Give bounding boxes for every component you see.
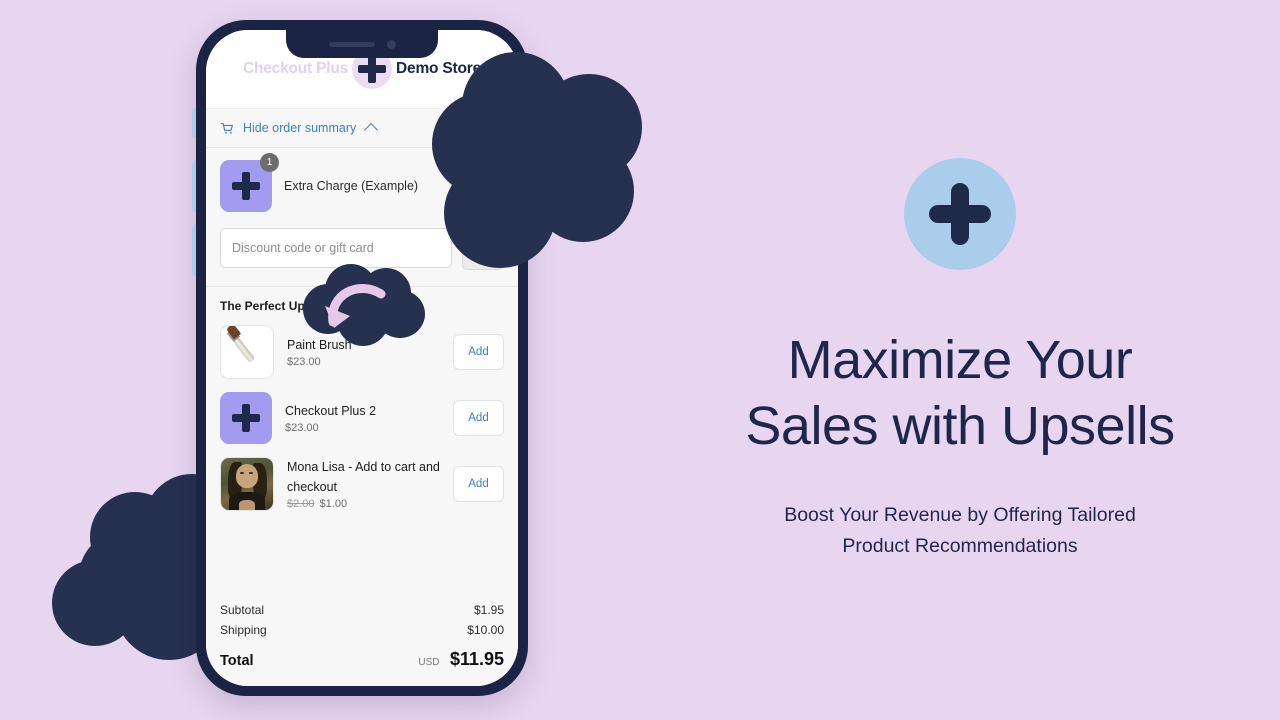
upsell-item-price: $23.00	[285, 422, 319, 435]
plus-icon	[358, 55, 387, 83]
upsell-item-name: Checkout Plus 2	[285, 403, 377, 418]
cart-icon	[220, 122, 234, 134]
upsell-item-paint-brush: Paint Brush $23.00 Add	[220, 325, 504, 379]
upsell-item-price: $2.00 $1.00	[287, 498, 440, 510]
grand-total-row: Total USD $11.95	[220, 640, 504, 670]
order-summary-toggle-label: Hide order summary	[243, 121, 357, 135]
cart-line-items: 1 Extra Charge (Example)	[206, 148, 518, 218]
plus-icon	[232, 172, 260, 200]
upsell-item-sale-price: $1.00	[319, 497, 348, 510]
add-upsell-button[interactable]: Add	[453, 400, 504, 436]
headline: Maximize Your Sales with Upsells	[745, 328, 1175, 460]
plus-icon	[929, 182, 991, 245]
subheadline-line-2: Product Recommendations	[842, 534, 1078, 557]
subheadline-line-1: Boost Your Revenue by Offering Tailored	[784, 503, 1136, 526]
order-totals: Subtotal $1.95 Shipping $10.00 Total USD…	[206, 600, 518, 686]
arrow-right-icon	[476, 244, 489, 254]
phone-notch	[286, 30, 438, 58]
add-upsell-button[interactable]: Add	[453, 466, 504, 502]
phone-mute-switch[interactable]	[192, 108, 196, 138]
subtotal-label: Subtotal	[220, 603, 265, 617]
subheadline: Boost Your Revenue by Offering Tailored …	[784, 500, 1136, 562]
headline-line-1: Maximize Your	[787, 329, 1133, 390]
store-name-label: Demo Store	[396, 60, 482, 77]
marketing-panel: Maximize Your Sales with Upsells Boost Y…	[640, 0, 1280, 720]
quantity-badge: 1	[260, 153, 279, 172]
hero-plus-badge	[904, 157, 1016, 270]
currency-label: USD	[418, 657, 440, 668]
phone-volume-down-button[interactable]	[192, 224, 196, 276]
phone-mockup: Checkout Plus Demo Store Hide order summ…	[192, 20, 528, 696]
total-amount-group: USD $11.95	[418, 649, 504, 670]
upsell-item-info: Checkout Plus 2 $23.00	[285, 402, 440, 434]
upsell-item-price: $23.00	[287, 356, 321, 369]
subtotal-value: $1.95	[473, 603, 504, 617]
ghost-brand-label: Checkout Plus	[242, 60, 349, 77]
headline-line-2: Sales with Upsells	[745, 395, 1175, 456]
add-upsell-button[interactable]: Add	[453, 334, 504, 370]
mona-lisa-image	[221, 458, 273, 510]
camera-dot-icon	[386, 39, 396, 49]
upsell-item-info: Paint Brush $23.00	[287, 336, 440, 368]
checkout-app: Checkout Plus Demo Store Hide order summ…	[206, 30, 518, 686]
shipping-value: $10.00	[467, 623, 504, 637]
total-value: $11.95	[449, 649, 504, 669]
subtotal-row: Subtotal $1.95	[220, 600, 504, 620]
cart-row: 1 Extra Charge (Example)	[220, 153, 504, 212]
upsell-item-thumbnail	[220, 392, 272, 444]
plus-icon	[232, 404, 260, 432]
upsell-item-compare-price: $2.00	[287, 497, 315, 510]
discount-row	[206, 218, 518, 286]
total-label: Total	[220, 653, 254, 669]
upsell-item-info: Mona Lisa - Add to cart and checkout $2.…	[287, 458, 440, 510]
upsell-section: The Perfect Upsell Paint Brush $23.00 Ad…	[206, 286, 518, 600]
shipping-row: Shipping $10.00	[220, 620, 504, 640]
cart-item-title: Extra Charge (Example)	[284, 179, 419, 193]
upsell-item-name: Mona Lisa - Add to cart and checkout	[287, 460, 440, 494]
paint-brush-image	[221, 326, 273, 378]
chevron-up-icon	[364, 122, 379, 137]
upsell-section-title: The Perfect Upsell	[220, 299, 325, 313]
speaker-bar-icon	[328, 41, 375, 47]
cart-item-thumb-wrap: 1	[220, 153, 279, 212]
discount-code-input[interactable]	[220, 228, 452, 268]
upsell-item-thumbnail	[220, 325, 274, 379]
apply-discount-button[interactable]	[462, 228, 504, 270]
upsell-item-thumbnail	[220, 457, 274, 511]
upsell-item-checkout-plus-2: Checkout Plus 2 $23.00 Add	[220, 392, 504, 444]
phone-screen: Checkout Plus Demo Store Hide order summ…	[206, 30, 518, 686]
shipping-label: Shipping	[220, 623, 267, 637]
phone-volume-up-button[interactable]	[192, 160, 196, 212]
upsell-item-name: Paint Brush	[287, 337, 352, 352]
order-summary-toggle[interactable]: Hide order summary	[206, 109, 518, 148]
upsell-item-mona-lisa: Mona Lisa - Add to cart and checkout $2.…	[220, 457, 504, 511]
